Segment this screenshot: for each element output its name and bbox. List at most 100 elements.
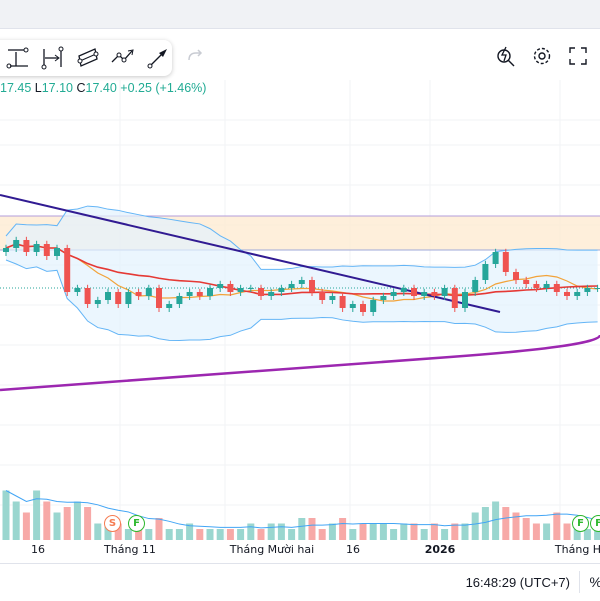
- parallel-channel-icon: [77, 48, 99, 67]
- candle-body: [3, 248, 9, 252]
- date-range-tool[interactable]: [39, 43, 68, 73]
- candle-body: [247, 288, 254, 289]
- fullscreen-icon: [569, 47, 587, 65]
- candle-body: [84, 288, 91, 304]
- path-icon: [111, 49, 134, 63]
- text-anchor-tool[interactable]: [4, 43, 33, 73]
- candle-body: [319, 292, 326, 300]
- candle-body: [472, 280, 479, 292]
- volume-bar: [43, 501, 51, 540]
- candle-body: [564, 292, 570, 296]
- candle-body: [54, 248, 60, 256]
- fullscreen-button[interactable]: [564, 42, 592, 70]
- arrow-icon: [147, 49, 167, 69]
- candle-body: [451, 288, 458, 308]
- redo-icon: [188, 49, 203, 61]
- candle-body: [543, 284, 550, 288]
- volume-bar: [94, 523, 102, 540]
- volume-bar: [247, 523, 255, 540]
- volume-bar: [33, 490, 41, 540]
- candle-body: [400, 288, 407, 292]
- volume-bar: [502, 507, 510, 540]
- volume-bar: [451, 523, 459, 540]
- redo-button[interactable]: [184, 44, 206, 68]
- volume-bar: [165, 529, 173, 540]
- volume-bar: [420, 529, 428, 540]
- volume-bar: [441, 529, 449, 540]
- candle-body: [421, 292, 428, 296]
- candle-body: [145, 288, 152, 296]
- financial-marker[interactable]: F: [572, 515, 589, 532]
- volume-bar: [257, 529, 265, 540]
- candle-body: [390, 292, 397, 296]
- volume-bar: [553, 512, 561, 540]
- volume-bar: [73, 501, 81, 540]
- candle-body: [186, 292, 193, 296]
- candle-body: [156, 288, 162, 308]
- candle-body: [594, 288, 600, 289]
- settings-button[interactable]: [528, 42, 556, 70]
- candle-body: [482, 264, 489, 280]
- financial-marker[interactable]: F: [128, 515, 145, 532]
- candle-body: [74, 288, 81, 292]
- time-axis-label: Tháng 11: [104, 543, 156, 556]
- candle-body: [431, 292, 438, 296]
- candle-body: [94, 300, 101, 304]
- percent-toggle[interactable]: %: [590, 574, 600, 590]
- candle-body: [309, 280, 315, 292]
- time-axis-label: Tháng Mười hai: [229, 543, 315, 556]
- candle-body: [513, 272, 519, 280]
- candle-body: [268, 292, 275, 296]
- volume-bar: [318, 529, 326, 540]
- volume-bar: [155, 518, 163, 540]
- financial-marker[interactable]: F: [590, 515, 600, 532]
- volume-bar: [206, 529, 214, 540]
- candle-body: [23, 240, 30, 252]
- volume-bar: [12, 501, 20, 540]
- volume-bar: [267, 523, 275, 540]
- candle-body: [553, 284, 560, 292]
- price-chart[interactable]: [0, 80, 600, 542]
- candle-body: [33, 244, 40, 252]
- drawing-toolbar: [0, 40, 172, 76]
- candle-body: [441, 288, 448, 296]
- volume-bar: [22, 512, 30, 540]
- candle-body: [370, 300, 377, 312]
- volume-bar: [216, 529, 224, 540]
- volume-bar: [522, 518, 530, 540]
- volume-bar: [84, 507, 92, 540]
- candle-body: [135, 292, 142, 296]
- candle-body: [227, 284, 234, 292]
- split-marker[interactable]: S: [104, 515, 121, 532]
- volume-bar: [277, 523, 285, 540]
- volume-bar: [481, 507, 489, 540]
- candle-body: [237, 288, 244, 292]
- volume-bar: [379, 523, 387, 540]
- candle-body: [166, 304, 173, 308]
- volume-bar: [226, 529, 234, 540]
- arrow-tool[interactable]: [143, 43, 172, 73]
- quick-search-button[interactable]: [492, 42, 520, 70]
- parallel-channel-tool[interactable]: [74, 43, 103, 73]
- volume-bar: [53, 512, 61, 540]
- time-axis-label: 16: [31, 543, 45, 556]
- volume-bar: [308, 518, 316, 540]
- candle-body: [574, 292, 581, 296]
- time-axis-label: 16: [346, 543, 360, 556]
- volume-bar: [390, 529, 398, 540]
- candle-body: [207, 288, 213, 296]
- volume-bar: [543, 523, 551, 540]
- path-tool[interactable]: [108, 43, 137, 73]
- candle-body: [523, 280, 530, 284]
- time-axis-label: Tháng H: [554, 543, 600, 556]
- volume-bar: [237, 529, 245, 540]
- volume-bar: [175, 529, 183, 540]
- candle-body: [380, 296, 387, 300]
- volume-bar: [461, 523, 469, 540]
- candle-body: [329, 296, 336, 300]
- candle-body: [176, 296, 183, 304]
- volume-bar: [410, 523, 418, 540]
- bottom-status-bar: 16:48:29 (UTC+7) %: [0, 563, 600, 601]
- candle-body: [196, 292, 203, 296]
- volume-bar: [339, 518, 347, 540]
